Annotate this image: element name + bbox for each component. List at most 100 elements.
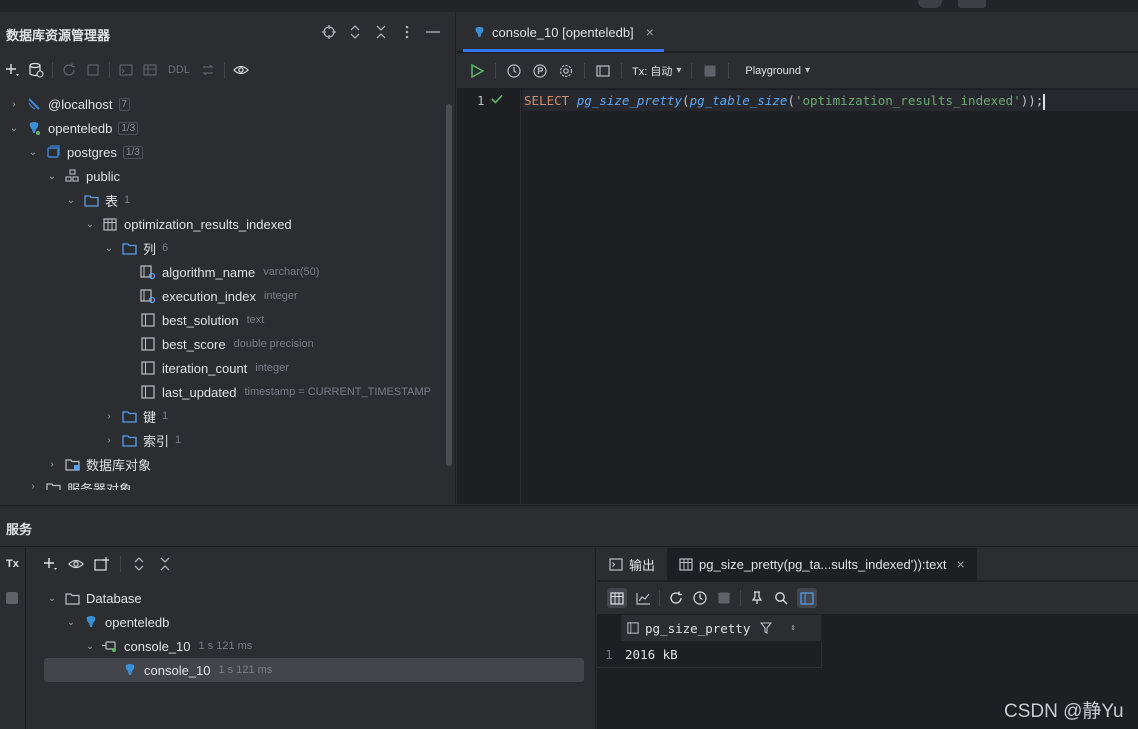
chevron-right-icon[interactable]: ›	[103, 434, 115, 446]
chevron-down-icon[interactable]: ⌄	[46, 592, 58, 604]
close-icon[interactable]: ×	[646, 24, 654, 40]
chevron-down-icon[interactable]: ⌄	[8, 122, 20, 134]
table-view-icon[interactable]	[142, 62, 158, 78]
crosshair-icon[interactable]	[321, 24, 337, 40]
minimize-icon[interactable]	[425, 24, 441, 40]
toolbar-separator	[109, 62, 110, 78]
column-header[interactable]: pg_size_pretty ⇕	[621, 615, 821, 641]
view-options-icon[interactable]	[68, 556, 84, 572]
expand-icon[interactable]	[347, 24, 363, 40]
playground-dropdown[interactable]: Playground ▾	[745, 65, 810, 77]
tree-item-count: 1	[175, 434, 182, 446]
tree-item-label: @localhost	[48, 96, 113, 112]
chevron-down-icon[interactable]: ⌄	[65, 616, 77, 628]
console-icon[interactable]	[118, 62, 134, 78]
history-icon[interactable]	[506, 63, 522, 79]
explain-plan-icon[interactable]	[532, 63, 548, 79]
tab-result[interactable]: pg_size_pretty(pg_ta...sults_indexed')):…	[667, 547, 977, 581]
refresh-icon[interactable]	[61, 62, 77, 78]
expand-icon[interactable]	[131, 556, 147, 572]
chevron-right-icon[interactable]: ›	[103, 410, 115, 422]
sql-punctuation: ));	[1020, 93, 1044, 108]
tree-item-column[interactable]: best_score double precision	[0, 332, 442, 356]
chevron-right-icon[interactable]: ›	[8, 98, 20, 110]
tree-item-public[interactable]: ⌄ public	[0, 164, 442, 188]
chart-icon[interactable]	[635, 590, 651, 606]
sql-keyword: SELECT	[524, 93, 570, 108]
watermark: CSDN @静Yu	[1004, 701, 1124, 722]
tree-item-column[interactable]: execution_index integer	[0, 284, 442, 308]
tree-item-table[interactable]: ⌄ optimization_results_indexed	[0, 212, 442, 236]
search-icon[interactable]	[773, 590, 789, 606]
filter-icon[interactable]	[760, 622, 773, 634]
refresh-icon[interactable]	[668, 590, 684, 606]
close-icon[interactable]: ×	[956, 556, 964, 572]
tree-item-tables[interactable]: ⌄ 表 1	[0, 188, 442, 212]
tree-item-keys[interactable]: › 键 1	[0, 404, 442, 428]
chevron-down-icon[interactable]: ⌄	[46, 170, 58, 182]
stop-refresh-icon[interactable]	[85, 62, 101, 78]
session-icon	[102, 638, 118, 654]
add-icon[interactable]	[42, 556, 58, 572]
tree-item-console-session[interactable]: console_10 1 s 121 ms	[0, 658, 596, 682]
new-tab-icon[interactable]	[94, 556, 110, 572]
top-strip-button[interactable]	[958, 0, 986, 8]
settings-icon[interactable]	[558, 63, 574, 79]
explorer-toolbar: DDL	[4, 62, 249, 78]
editor-tab-bar: console_10 [openteledb] ×	[457, 12, 1138, 52]
sort-icon[interactable]: ⇕	[790, 623, 795, 633]
add-icon[interactable]	[4, 62, 20, 78]
chevron-right-icon[interactable]: ›	[46, 458, 58, 470]
tab-output[interactable]: 输出	[597, 548, 667, 581]
run-icon[interactable]	[469, 63, 485, 79]
chevron-down-icon[interactable]: ⌄	[84, 640, 96, 652]
tree-item-indexes[interactable]: › 索引 1	[0, 428, 442, 452]
tree-item-database[interactable]: ⌄ Database	[0, 586, 596, 610]
tree-item-openteledb[interactable]: ⌄ openteledb 1/3	[0, 116, 442, 140]
cell-value[interactable]: 2016 kB	[621, 647, 678, 662]
tree-item-column[interactable]: last_updated timestamp = CURRENT_TIMESTA…	[0, 380, 442, 404]
tree-item-column[interactable]: best_solution text	[0, 308, 442, 332]
jump-to-icon[interactable]	[200, 62, 216, 78]
sql-code-line[interactable]: SELECT pg_size_pretty(pg_table_size('opt…	[524, 93, 1046, 110]
tree-item-localhost[interactable]: › @localhost 7	[0, 92, 442, 116]
tree-item-postgres[interactable]: ⌄ postgres 1/3	[0, 140, 442, 164]
history-icon[interactable]	[692, 590, 708, 606]
tree-item-label: best_score	[162, 336, 226, 352]
tab-console[interactable]: console_10 [openteledb] ×	[463, 12, 664, 52]
postgresql-icon	[26, 120, 42, 136]
transaction-mode-dropdown[interactable]: Tx: 自动 ▾	[632, 63, 681, 79]
tab-label: pg_size_pretty(pg_ta...sults_indexed')):…	[699, 556, 947, 572]
table-row[interactable]: 1 2016 kB	[597, 642, 822, 668]
tree-item-server-objects[interactable]: › 服务器对象	[0, 476, 442, 490]
table-mode-icon[interactable]	[607, 588, 627, 608]
tree-item-column[interactable]: iteration_count integer	[0, 356, 442, 380]
chevron-down-icon[interactable]: ⌄	[103, 242, 115, 254]
ddl-button[interactable]: DDL	[166, 62, 192, 78]
more-icon[interactable]	[399, 24, 415, 40]
tree-item-column[interactable]: algorithm_name varchar(50)	[0, 260, 442, 284]
chevron-down-icon[interactable]: ⌄	[84, 218, 96, 230]
top-strip-button[interactable]	[918, 0, 942, 8]
column-icon	[140, 336, 156, 352]
pin-icon[interactable]	[749, 590, 765, 606]
stop-icon[interactable]	[702, 63, 718, 79]
output-layout-icon[interactable]	[595, 63, 611, 79]
view-options-icon[interactable]	[233, 62, 249, 78]
toolbar-separator	[740, 590, 741, 606]
collapse-icon[interactable]	[157, 556, 173, 572]
chevron-down-icon[interactable]: ⌄	[27, 146, 39, 158]
tree-item-openteledb[interactable]: ⌄ openteledb	[0, 610, 596, 634]
line-number: 1	[477, 93, 485, 108]
datasource-properties-icon[interactable]	[28, 62, 44, 78]
tree-item-console[interactable]: ⌄ console_10 1 s 121 ms	[0, 634, 596, 658]
chevron-down-icon[interactable]: ⌄	[65, 194, 77, 206]
collapse-icon[interactable]	[373, 24, 389, 40]
tree-item-database-objects[interactable]: › 数据库对象	[0, 452, 442, 476]
chevron-right-icon[interactable]: ›	[27, 480, 39, 491]
stop-icon[interactable]	[716, 590, 732, 606]
filter-panel-icon[interactable]	[797, 588, 817, 608]
tree-item-columns[interactable]: ⌄ 列 6	[0, 236, 442, 260]
vertical-scrollbar[interactable]	[446, 104, 452, 466]
tree-item-label: openteledb	[48, 120, 113, 136]
